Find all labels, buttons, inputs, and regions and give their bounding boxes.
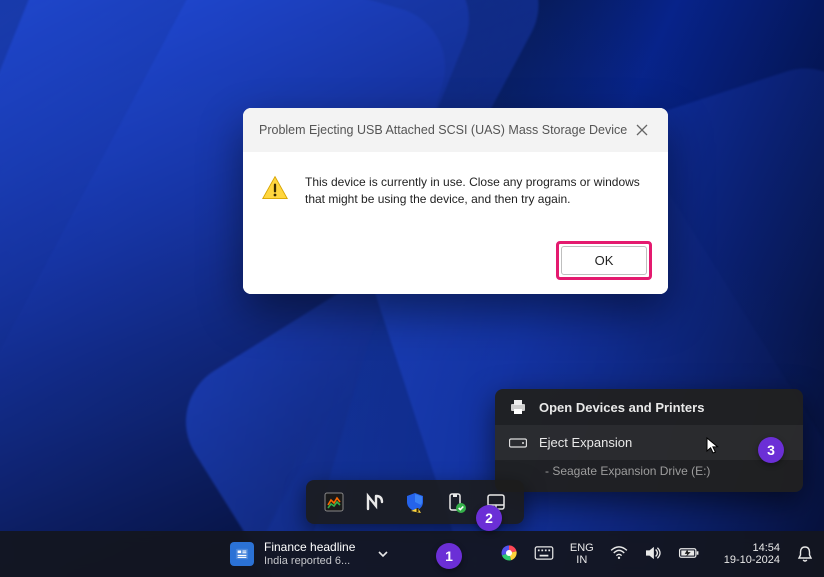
dialog-titlebar: Problem Ejecting USB Attached SCSI (UAS)… <box>243 108 668 152</box>
dialog-body: This device is currently in use. Close a… <box>243 152 668 231</box>
annotation-2: 2 <box>476 505 502 531</box>
browser-icon[interactable] <box>500 544 518 565</box>
battery-icon[interactable] <box>678 547 700 562</box>
error-dialog: Problem Ejecting USB Attached SCSI (UAS)… <box>243 108 668 294</box>
taskbar: Finance headline India reported 6... ENG… <box>0 531 824 577</box>
taskbar-clock[interactable]: 14:54 19-10-2024 <box>724 542 780 566</box>
taskbar-right: ENG IN 14:54 19-10-2024 <box>500 542 814 566</box>
ok-button[interactable]: OK <box>561 246 647 275</box>
safely-remove-icon[interactable] <box>444 491 466 513</box>
eject-expansion[interactable]: Eject Expansion <box>495 425 803 460</box>
warning-icon <box>261 174 289 202</box>
close-icon[interactable] <box>628 118 656 142</box>
language-indicator[interactable]: ENG IN <box>570 542 594 566</box>
windows-security-icon[interactable] <box>404 491 426 513</box>
notifications-icon[interactable] <box>796 545 814 563</box>
drive-icon <box>509 437 527 449</box>
annotation-3: 3 <box>758 437 784 463</box>
task-manager-icon[interactable] <box>323 491 345 513</box>
tray-chevron-icon[interactable] <box>371 542 395 566</box>
printer-icon <box>509 399 527 415</box>
wifi-icon[interactable] <box>610 546 628 563</box>
news-subtitle: India reported 6... <box>264 555 355 568</box>
lang-top: ENG <box>570 542 594 554</box>
news-title: Finance headline <box>264 541 355 555</box>
clock-time: 14:54 <box>724 542 780 554</box>
news-widget[interactable]: Finance headline India reported 6... <box>230 541 355 567</box>
open-devices-printers[interactable]: Open Devices and Printers <box>495 389 803 425</box>
dialog-footer: OK <box>243 231 668 294</box>
safely-remove-flyout: Open Devices and Printers Eject Expansio… <box>495 389 803 492</box>
news-icon <box>230 542 254 566</box>
volume-icon[interactable] <box>644 546 662 563</box>
app-n-icon[interactable] <box>364 491 386 513</box>
annotation-1: 1 <box>436 543 462 569</box>
touch-keyboard-icon[interactable] <box>534 546 554 563</box>
dialog-message: This device is currently in use. Close a… <box>305 174 650 209</box>
lang-bottom: IN <box>570 554 594 566</box>
ok-highlight: OK <box>556 241 652 280</box>
open-devices-label: Open Devices and Printers <box>539 400 704 415</box>
clock-date: 19-10-2024 <box>724 554 780 566</box>
drive-sublabel: - Seagate Expansion Drive (E:) <box>495 460 803 486</box>
news-text: Finance headline India reported 6... <box>264 541 355 567</box>
eject-label: Eject Expansion <box>539 435 632 450</box>
dialog-title: Problem Ejecting USB Attached SCSI (UAS)… <box>259 123 627 137</box>
mouse-cursor-icon <box>706 437 720 455</box>
